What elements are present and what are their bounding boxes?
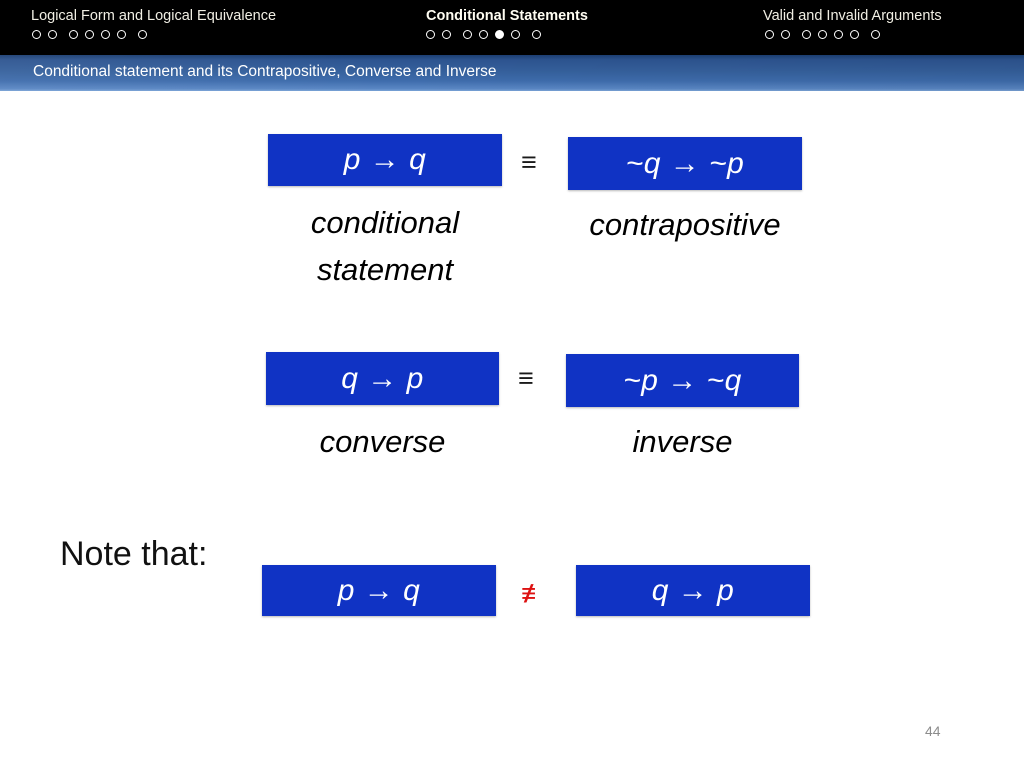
equivalence-symbol-row1: ≡ xyxy=(521,147,537,177)
nav-progress-dots xyxy=(32,30,147,39)
nav-section-title-active: Conditional Statements xyxy=(426,8,588,24)
formula-box-contrapositive: ~q → ~p xyxy=(568,137,802,190)
nav-dot[interactable] xyxy=(69,30,78,39)
formula-text: ~p → ~q xyxy=(623,363,742,397)
nav-dot[interactable] xyxy=(138,30,147,39)
formula-text: p → q xyxy=(343,143,427,176)
top-navigation-bar: Logical Form and Logical Equivalence Con… xyxy=(0,0,1024,55)
formula-box-note-right: q → p xyxy=(576,565,810,616)
nav-dot[interactable] xyxy=(532,30,541,39)
caption-inverse: inverse xyxy=(632,424,733,459)
nav-dot[interactable] xyxy=(463,30,472,39)
formula-box-converse: q → p xyxy=(266,352,499,405)
nav-dot[interactable] xyxy=(85,30,94,39)
nav-dot[interactable] xyxy=(781,30,790,39)
formula-box-note-left: p → q xyxy=(262,565,496,616)
nav-dot[interactable] xyxy=(32,30,41,39)
caption-contrapositive: contrapositive xyxy=(589,207,781,242)
nav-dot[interactable] xyxy=(442,30,451,39)
nav-section-title: Valid and Invalid Arguments xyxy=(763,8,942,24)
nav-dot[interactable] xyxy=(48,30,57,39)
slide-content-area: p → q ≡ ~q → ~p conditional statement co… xyxy=(0,91,1024,768)
nav-dot[interactable] xyxy=(101,30,110,39)
page-number: 44 xyxy=(925,723,941,739)
nav-dot[interactable] xyxy=(802,30,811,39)
slide-subtitle-bar: Conditional statement and its Contraposi… xyxy=(0,55,1024,91)
caption-converse: converse xyxy=(319,424,446,459)
nav-dot[interactable] xyxy=(765,30,774,39)
nav-dot[interactable] xyxy=(850,30,859,39)
formula-box-conditional-statement: p → q xyxy=(268,134,502,186)
nav-dot[interactable] xyxy=(834,30,843,39)
equivalence-symbol-row2: ≡ xyxy=(518,363,534,393)
formula-text: q → p xyxy=(341,361,424,395)
formula-text: p → q xyxy=(337,573,421,607)
formula-box-inverse: ~p → ~q xyxy=(566,354,799,407)
not-equivalent-symbol: ≢ xyxy=(521,578,547,608)
nav-dot[interactable] xyxy=(871,30,880,39)
nav-dot-current[interactable] xyxy=(495,30,504,39)
note-label: Note that: xyxy=(60,535,208,573)
nav-section-title: Logical Form and Logical Equivalence xyxy=(31,8,277,24)
nav-dot[interactable] xyxy=(426,30,435,39)
nav-progress-dots xyxy=(426,30,541,39)
formula-text: q → p xyxy=(651,573,735,607)
formula-text: ~q → ~p xyxy=(625,146,745,180)
slide-subtitle-text: Conditional statement and its Contraposi… xyxy=(33,63,497,80)
caption-conditional-statement: conditional statement xyxy=(310,205,460,288)
nav-dot[interactable] xyxy=(117,30,126,39)
nav-dot[interactable] xyxy=(818,30,827,39)
nav-dot[interactable] xyxy=(479,30,488,39)
nav-dot[interactable] xyxy=(511,30,520,39)
nav-progress-dots xyxy=(765,30,880,39)
